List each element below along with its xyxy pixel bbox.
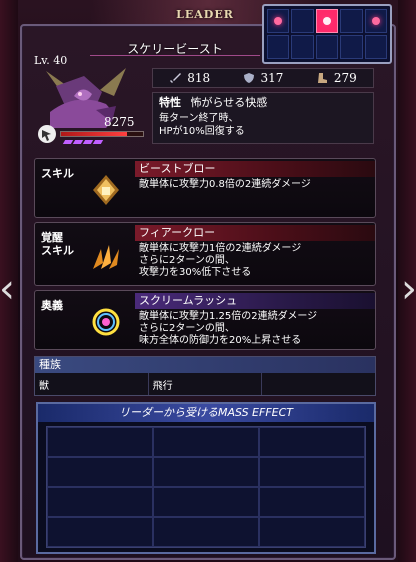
mass-effect-panel: リーダーから受けるMASS EFFECT <box>36 402 376 554</box>
formation-cell <box>340 9 363 33</box>
skill-desc: 敵単体に攻撃力0.8倍の2連続ダメージ <box>139 179 311 190</box>
mass-effect-grid <box>46 426 366 548</box>
attack-value: 818 <box>187 71 211 85</box>
stats-panel: 818 317 279 <box>152 68 374 88</box>
tribe-cell: 飛行 <box>149 373 263 395</box>
formation-cell <box>315 35 339 59</box>
mass-effect-cell <box>153 427 259 457</box>
trait-label: 特性 <box>159 96 181 109</box>
tribe-cell: 獣 <box>35 373 149 395</box>
ougi-orb-icon <box>92 308 120 336</box>
ougi-desc: 敵単体に攻撃力1.25倍の2連続ダメージ さらに2ターンの間、 味方全体の防御力… <box>139 311 318 346</box>
formation-cell <box>364 35 387 59</box>
trait-desc-line2: HPが10%回復する <box>159 126 245 137</box>
mass-effect-cell <box>259 517 365 547</box>
tribe-panel: 種族 獣 飛行 <box>34 356 376 396</box>
formation-grid[interactable] <box>262 4 392 64</box>
claw-icon <box>93 245 119 269</box>
hp-value: 8275 <box>104 115 135 129</box>
formation-cell <box>340 35 363 59</box>
mass-effect-cell <box>47 487 153 517</box>
trait-name: 怖がらせる快感 <box>190 96 268 109</box>
mass-effect-cell <box>47 457 153 487</box>
skill-name: ビーストブロー <box>135 161 375 177</box>
awakened-skill-panel[interactable]: 覚醒 スキル フィアークロー 敵単体に攻撃力1倍の2連続ダメージ さらに2ターン… <box>34 222 376 286</box>
tribe-header: 種族 <box>35 357 375 373</box>
mass-effect-cell <box>47 427 153 457</box>
formation-cell <box>267 35 290 59</box>
leader-badge: LEADER <box>176 8 234 21</box>
awakened-skill-label: 覚醒 スキル <box>41 231 74 257</box>
tribe-row: 獣 飛行 <box>35 373 375 395</box>
prev-arrow-icon[interactable]: ‹ <box>0 262 15 316</box>
cursor-icon <box>38 125 56 143</box>
shield-icon <box>243 73 254 83</box>
attack-stat: 818 <box>169 71 210 85</box>
trait-desc-line1: 毎ターン終了時、 <box>159 113 239 124</box>
trait-header: 特性 怖がらせる快感 <box>159 96 367 109</box>
defense-stat: 317 <box>243 71 284 85</box>
mass-effect-cell <box>47 517 153 547</box>
fist-icon <box>93 175 119 205</box>
trait-panel: 特性 怖がらせる快感 毎ターン終了時、 HPが10%回復する <box>152 92 374 144</box>
mass-effect-cell <box>259 487 365 517</box>
formation-cell <box>364 9 387 33</box>
ougi-label: 奥義 <box>41 299 63 312</box>
defense-value: 317 <box>260 71 284 85</box>
awakened-skill-name: フィアークロー <box>135 225 375 241</box>
awakened-skill-desc: 敵単体に攻撃力1倍の2連続ダメージ さらに2ターンの間、 攻撃力を30%低下させ… <box>139 243 302 278</box>
hp-fill <box>61 132 127 136</box>
formation-cell <box>291 35 314 59</box>
mass-effect-cell <box>153 487 259 517</box>
formation-cell <box>267 9 290 33</box>
speed-stat: 279 <box>316 71 357 85</box>
mass-effect-cell <box>259 457 365 487</box>
formation-cell-selected <box>315 9 339 33</box>
mass-effect-title: リーダーから受けるMASS EFFECT <box>38 404 374 422</box>
ougi-name: スクリームラッシュ <box>135 293 375 309</box>
formation-cell <box>291 9 314 33</box>
speed-value: 279 <box>333 71 357 85</box>
skill-panel[interactable]: スキル ビーストブロー 敵単体に攻撃力0.8倍の2連続ダメージ <box>34 158 376 218</box>
hp-bar <box>60 131 144 137</box>
skill-gauge <box>62 140 104 144</box>
boot-icon <box>317 73 327 83</box>
mass-effect-cell <box>153 517 259 547</box>
ougi-panel[interactable]: 奥義 スクリームラッシュ 敵単体に攻撃力1.25倍の2連続ダメージ さらに2ター… <box>34 290 376 350</box>
mass-effect-cell <box>259 427 365 457</box>
next-arrow-icon[interactable]: › <box>401 262 416 316</box>
skill-label: スキル <box>41 167 74 180</box>
mass-effect-cell <box>153 457 259 487</box>
tribe-cell <box>262 373 375 395</box>
unit-name: スケリービースト <box>90 40 260 56</box>
sword-icon <box>170 73 182 83</box>
